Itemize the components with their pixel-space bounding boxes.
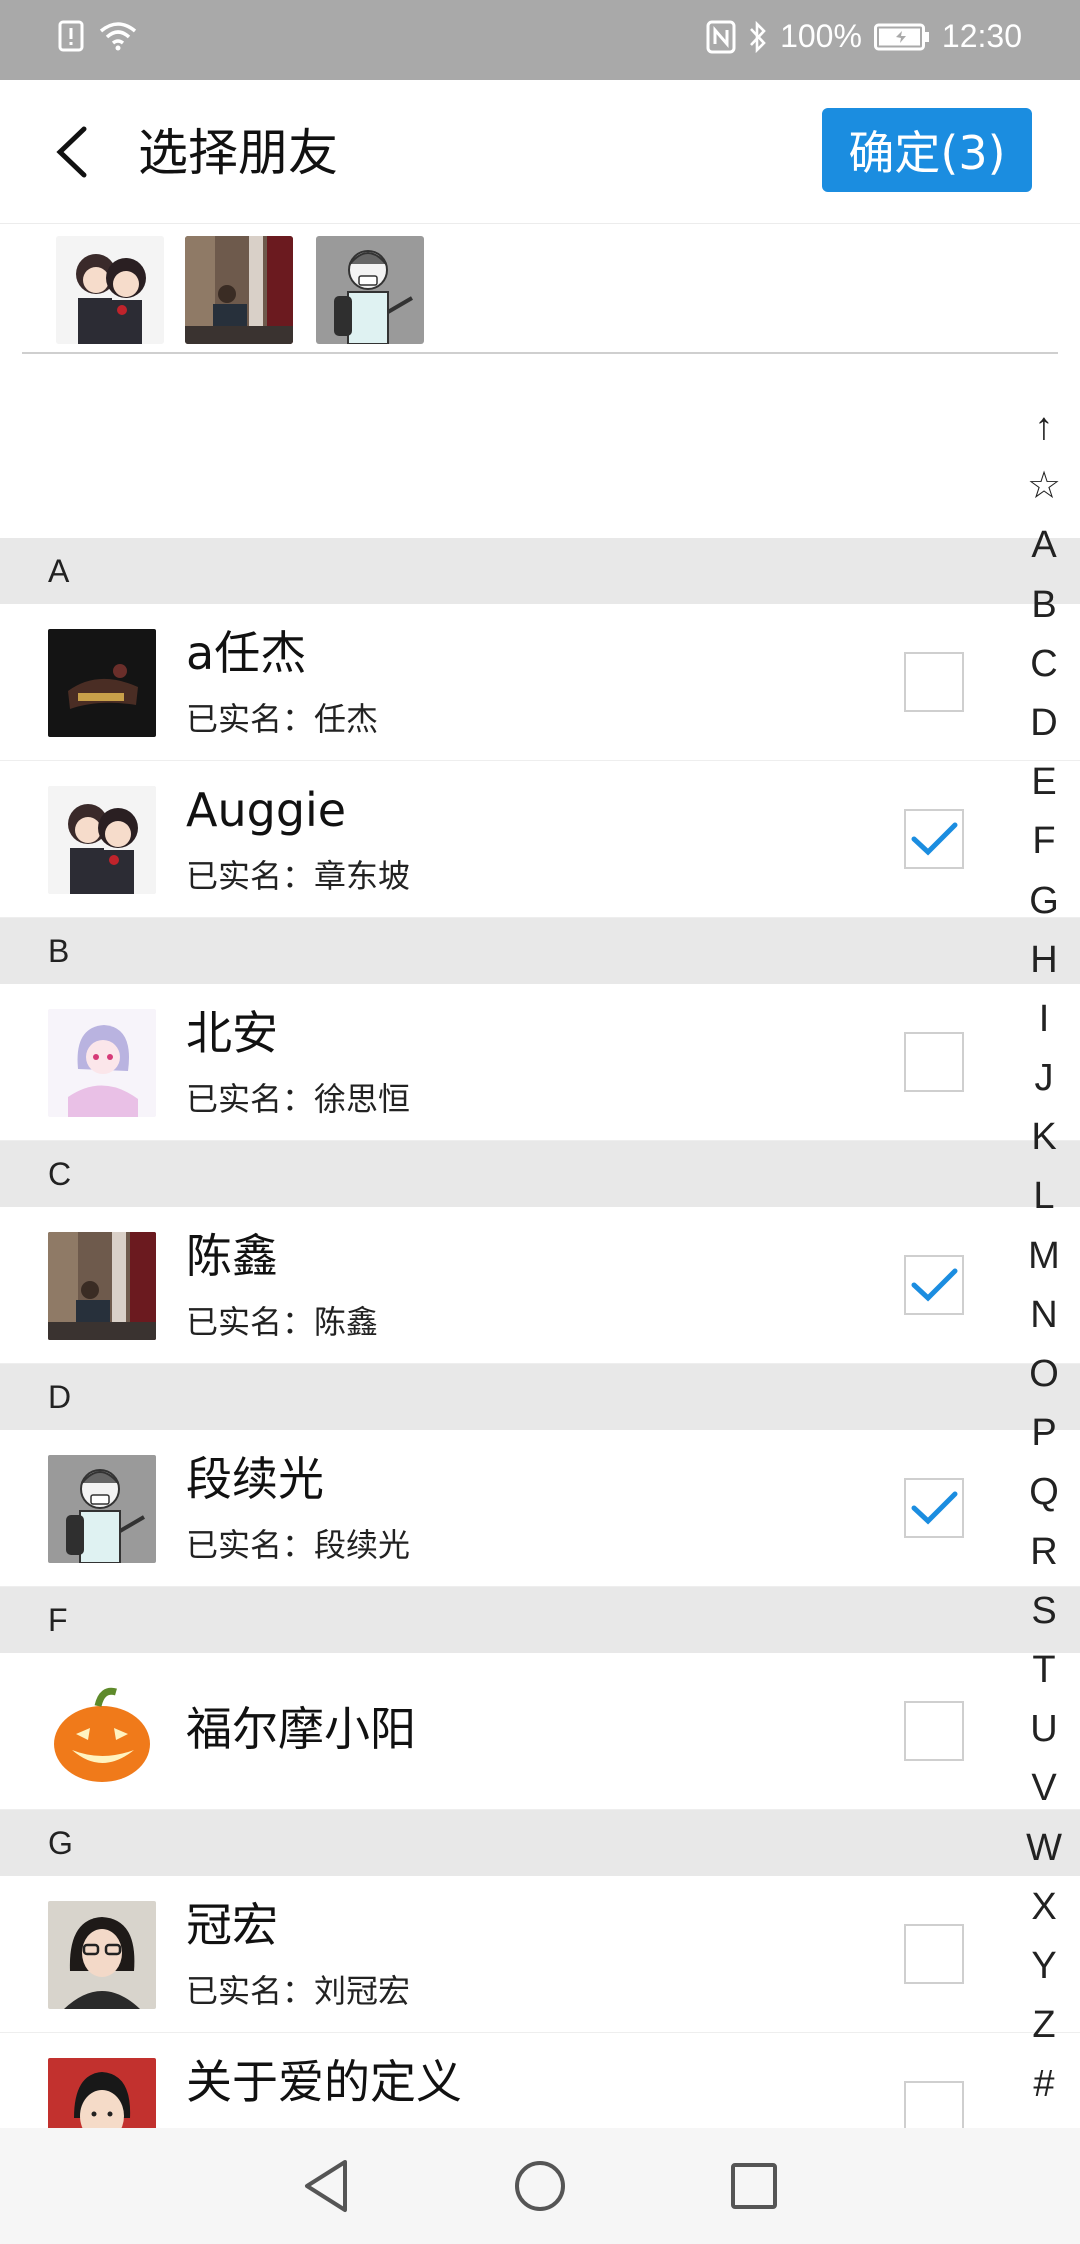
alert-icon	[58, 20, 84, 52]
contact-name: 关于爱的定义	[186, 2055, 462, 2109]
index-letter[interactable]: V	[1031, 1759, 1056, 1818]
contact-name: 冠宏	[186, 1898, 278, 1952]
cartoon-man-avatar	[48, 1455, 156, 1563]
contact-row[interactable]: 关于爱的定义	[0, 2033, 1080, 2128]
index-letter[interactable]: U	[1030, 1700, 1057, 1759]
selected-friends-strip	[0, 224, 1080, 354]
status-time: 12:30	[941, 18, 1022, 54]
contact-row[interactable]: 冠宏 已实名：刘冠宏	[0, 1876, 1080, 2033]
contact-real-name: 已实名：任杰	[186, 700, 379, 738]
index-letter[interactable]: A	[1031, 516, 1056, 575]
contact-name: 段续光	[186, 1452, 324, 1506]
select-checkbox[interactable]	[904, 809, 964, 869]
contact-real-name: 已实名：段续光	[186, 1526, 411, 1564]
section-header-c: C	[0, 1141, 1080, 1207]
index-letter[interactable]: S	[1031, 1582, 1056, 1641]
anime-girl-avatar	[48, 1009, 156, 1117]
index-letter[interactable]: G	[1029, 872, 1059, 931]
contact-real-name: 已实名：刘冠宏	[186, 1972, 411, 2010]
checkmark-icon	[911, 1268, 958, 1302]
index-letter[interactable]: F	[1032, 812, 1055, 871]
contact-name: 北安	[186, 1006, 278, 1060]
index-letter[interactable]: Q	[1029, 1463, 1059, 1522]
anime-couple-avatar[interactable]	[56, 236, 164, 344]
select-checkbox[interactable]	[904, 1032, 964, 1092]
index-letter[interactable]: C	[1030, 635, 1057, 694]
divider	[22, 352, 1058, 354]
index-hash[interactable]: #	[1033, 2055, 1054, 2114]
checkmark-icon	[911, 1491, 958, 1525]
index-star[interactable]: ☆	[1027, 457, 1061, 516]
battery-percent: 100%	[780, 18, 862, 54]
contact-row[interactable]: a任杰 已实名：任杰	[0, 604, 1080, 761]
photo-man-avatar[interactable]	[185, 236, 293, 344]
select-checkbox[interactable]	[904, 652, 964, 712]
cartoon-man-avatar[interactable]	[316, 236, 424, 344]
index-letter[interactable]: I	[1039, 990, 1050, 1049]
contact-name: Auggie	[186, 783, 347, 837]
photo-man-avatar	[48, 1232, 156, 1340]
index-letter[interactable]: Z	[1032, 1996, 1055, 2055]
section-header-g: G	[0, 1810, 1080, 1876]
nav-home-icon[interactable]	[507, 2153, 573, 2219]
index-letter[interactable]: D	[1030, 694, 1057, 753]
section-header-a: A	[0, 538, 1080, 604]
section-header-f: F	[0, 1587, 1080, 1653]
index-letter[interactable]: X	[1031, 1878, 1056, 1937]
index-letter[interactable]: K	[1031, 1108, 1056, 1167]
index-letter[interactable]: Y	[1031, 1937, 1056, 1996]
index-letter[interactable]: M	[1028, 1227, 1060, 1286]
index-letter[interactable]: B	[1031, 576, 1056, 635]
contact-row[interactable]: 段续光 已实名：段续光	[0, 1430, 1080, 1587]
back-arrow-icon[interactable]	[40, 116, 104, 188]
confirm-button[interactable]: 确定(3)	[822, 108, 1032, 192]
index-letter[interactable]: W	[1026, 1819, 1062, 1878]
alphabet-index[interactable]: ↑ ☆ A B C D E F G H I J K L M N O P Q R …	[1008, 398, 1080, 2114]
nav-recents-icon[interactable]	[721, 2153, 787, 2219]
contact-name: a任杰	[186, 626, 307, 680]
wifi-icon	[98, 20, 138, 52]
contact-real-name: 已实名：章东坡	[186, 857, 411, 895]
nfc-icon	[706, 20, 736, 54]
system-nav-bar	[0, 2128, 1080, 2244]
contact-real-name: 已实名：徐思恒	[186, 1080, 411, 1118]
index-letter[interactable]: L	[1033, 1167, 1054, 1226]
young-man-avatar	[48, 2058, 156, 2128]
pumpkin-avatar	[48, 1678, 156, 1786]
section-header-b: B	[0, 918, 1080, 984]
index-letter[interactable]: R	[1030, 1523, 1057, 1582]
index-letter[interactable]: T	[1032, 1641, 1055, 1700]
contact-real-name: 已实名：陈鑫	[186, 1303, 379, 1341]
section-header-d: D	[0, 1364, 1080, 1430]
index-letter[interactable]: P	[1031, 1404, 1056, 1463]
status-bar: 100% 12:30	[0, 0, 1080, 80]
bluetooth-icon	[748, 20, 768, 54]
contact-list[interactable]: A a任杰 已实名：任杰 Auggie 已实名：章东坡 B 北安 已实名：徐思恒…	[0, 538, 1080, 2128]
index-letter[interactable]: N	[1030, 1286, 1057, 1345]
select-checkbox[interactable]	[904, 1255, 964, 1315]
battery-icon	[873, 23, 930, 51]
index-up-arrow[interactable]: ↑	[1035, 398, 1054, 457]
checkmark-icon	[911, 822, 958, 856]
anime-couple-avatar	[48, 786, 156, 894]
index-letter[interactable]: H	[1030, 931, 1057, 990]
contact-row[interactable]: Auggie 已实名：章东坡	[0, 761, 1080, 918]
select-checkbox[interactable]	[904, 1924, 964, 1984]
top-app-bar: 选择朋友 确定(3)	[0, 80, 1080, 224]
page-title: 选择朋友	[138, 124, 338, 182]
contact-name: 福尔摩小阳	[186, 1702, 416, 1756]
index-letter[interactable]: O	[1029, 1345, 1059, 1404]
index-letter[interactable]: E	[1031, 753, 1056, 812]
select-checkbox[interactable]	[904, 1478, 964, 1538]
contact-row[interactable]: 陈鑫 已实名：陈鑫	[0, 1207, 1080, 1364]
index-letter[interactable]: J	[1035, 1049, 1054, 1108]
select-checkbox[interactable]	[904, 1701, 964, 1761]
dark-hand-avatar	[48, 629, 156, 737]
woman-glasses-avatar	[48, 1901, 156, 2009]
nav-back-icon[interactable]	[293, 2153, 359, 2219]
contact-row[interactable]: 福尔摩小阳	[0, 1653, 1080, 1810]
select-checkbox[interactable]	[904, 2081, 964, 2128]
contact-name: 陈鑫	[186, 1229, 278, 1283]
contact-row[interactable]: 北安 已实名：徐思恒	[0, 984, 1080, 1141]
